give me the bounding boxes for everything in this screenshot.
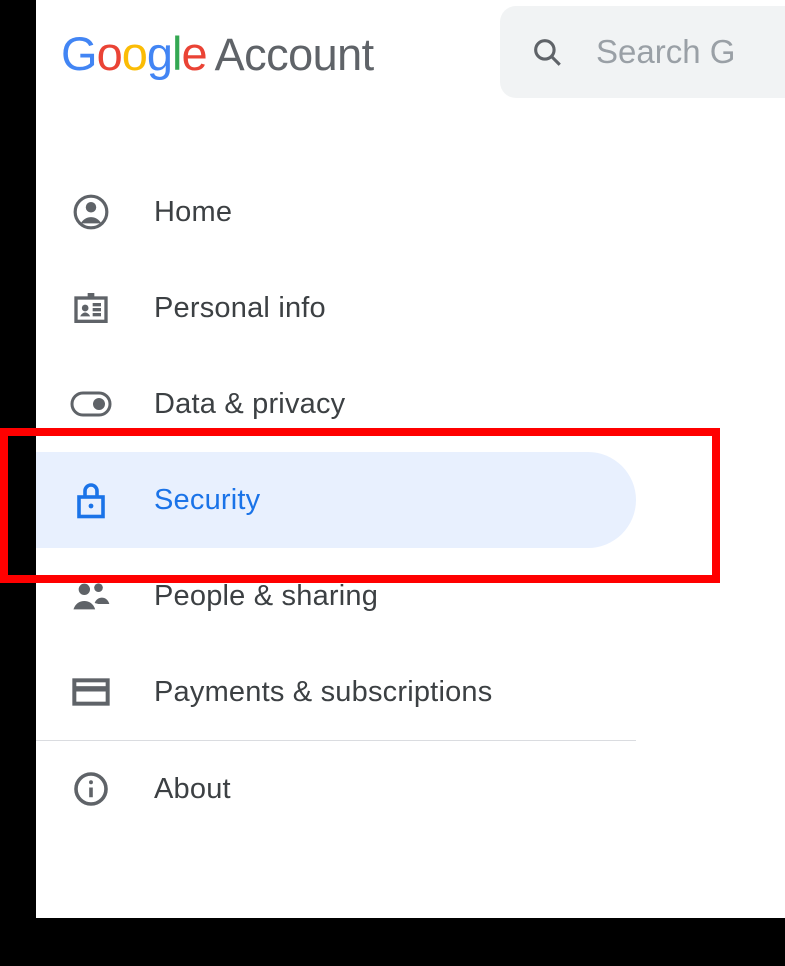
search-bar[interactable] [500,6,785,98]
sidebar-item-label: About [154,773,231,806]
person-circle-icon [66,193,116,231]
info-icon [66,771,116,807]
sidebar-item-security[interactable]: Security [36,452,636,548]
search-input[interactable] [596,33,785,71]
sidebar-item-label: Payments & subscriptions [154,676,492,709]
toggle-icon [66,390,116,418]
sidebar-item-label: Data & privacy [154,388,345,421]
account-brand-text: Account [215,29,374,81]
sidebar-item-payments[interactable]: Payments & subscriptions [36,644,636,740]
people-icon [66,579,116,613]
credit-card-icon [66,676,116,708]
header: Google Account [36,0,785,130]
sidebar-item-about[interactable]: About [36,741,636,837]
google-logo-text: Google [61,26,207,81]
sidebar-item-label: People & sharing [154,580,378,613]
sidebar-item-label: Home [154,196,232,229]
sidebar-nav: Home Personal info Data & privacy Securi… [36,164,636,837]
search-icon [530,35,564,69]
sidebar-item-data-privacy[interactable]: Data & privacy [36,356,636,452]
sidebar-item-people-sharing[interactable]: People & sharing [36,548,636,644]
sidebar-item-label: Security [154,484,260,517]
app-frame: Google Account Home Personal info [36,0,785,918]
sidebar-item-label: Personal info [154,292,326,325]
google-account-logo[interactable]: Google Account [61,26,374,81]
sidebar-item-home[interactable]: Home [36,164,636,260]
sidebar-item-personal-info[interactable]: Personal info [36,260,636,356]
id-card-icon [66,288,116,328]
lock-icon [66,480,116,520]
